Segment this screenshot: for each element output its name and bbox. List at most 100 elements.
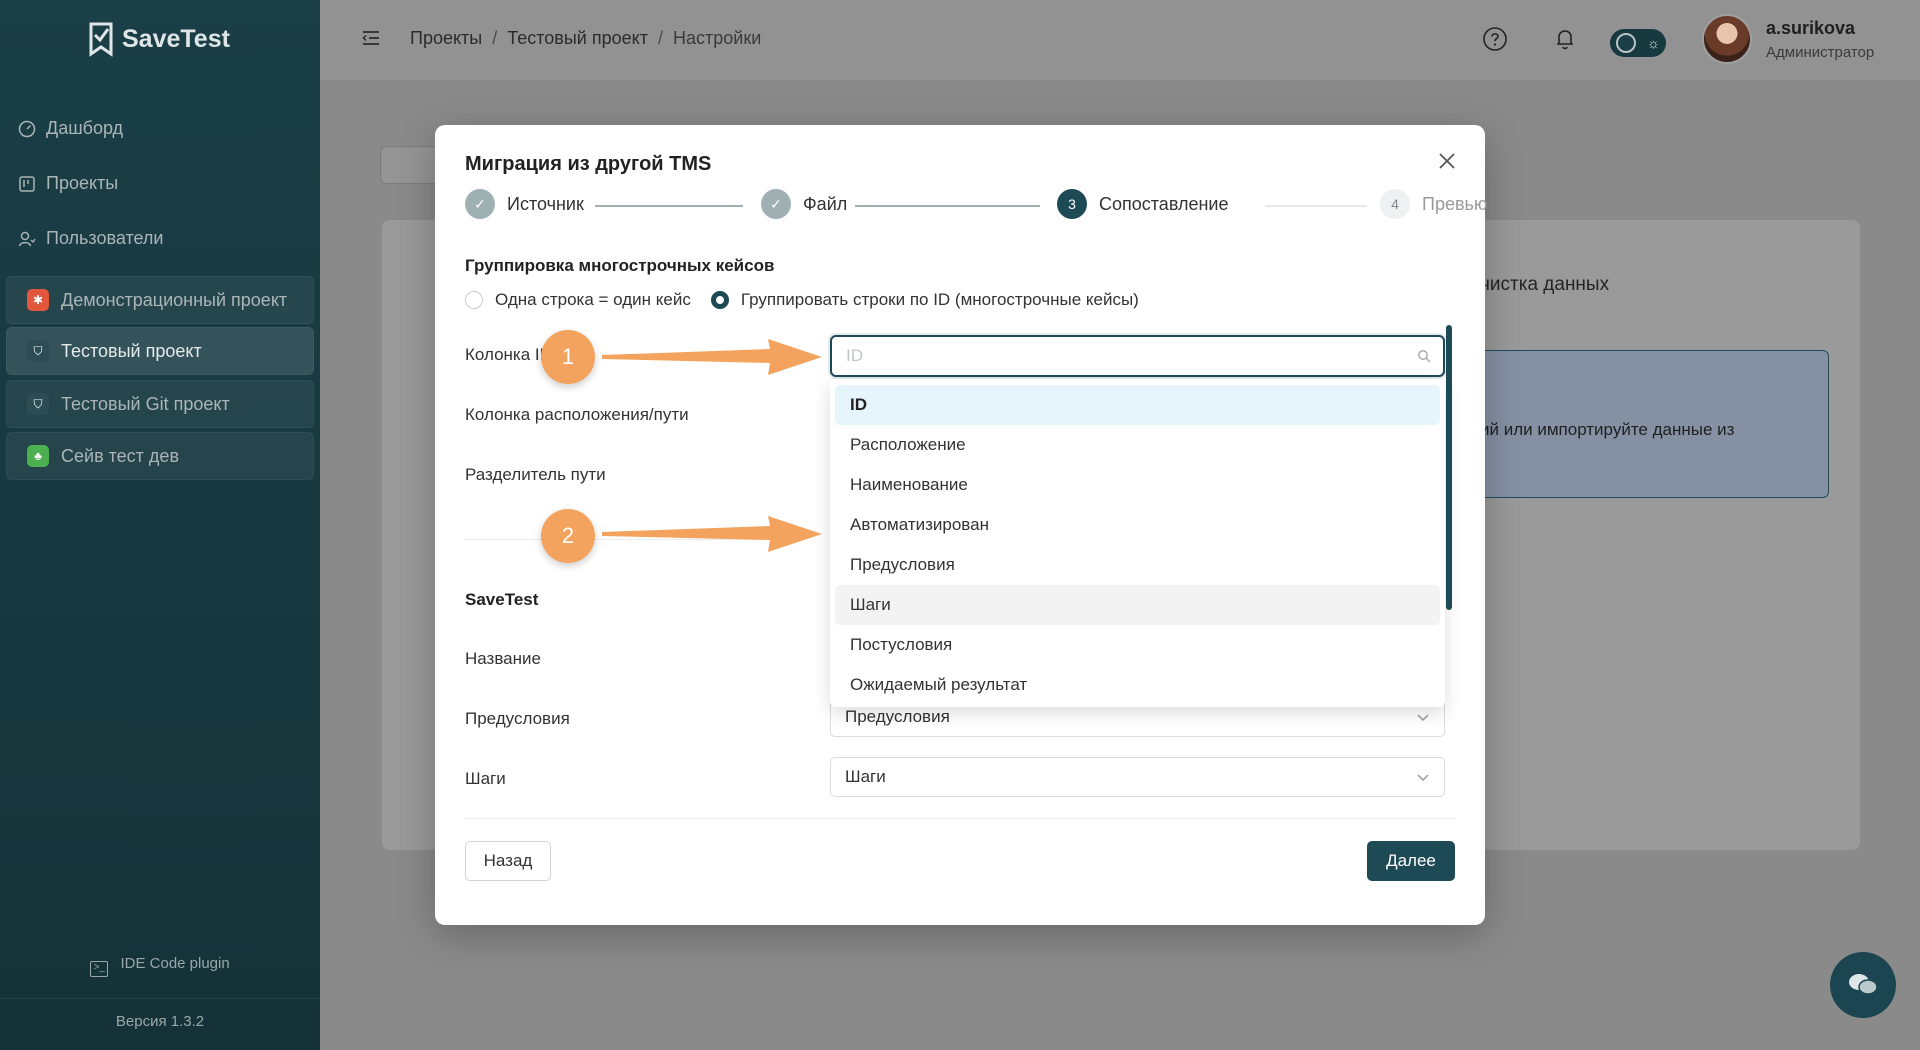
sidebar-item-users[interactable]: Пользователи: [18, 228, 163, 249]
dropdown-option[interactable]: Автоматизирован: [835, 505, 1440, 545]
chat-icon: [1849, 974, 1878, 995]
ide-plugin-link[interactable]: >_ IDE Code plugin: [0, 955, 320, 977]
logo-text: SaveTest: [122, 24, 230, 53]
page-back-button[interactable]: [380, 146, 440, 184]
sidebar-project-git[interactable]: ⛉ Тестовый Git проект: [6, 380, 314, 428]
step-connector: [855, 205, 1040, 207]
breadcrumb: Проекты / Тестовый проект / Настройки: [410, 28, 761, 49]
bookmark-icon: ⛉: [27, 340, 49, 362]
sidebar-item-label: Тестовый проект: [61, 340, 202, 361]
close-icon[interactable]: [1435, 149, 1459, 173]
steps-select[interactable]: Шаги: [830, 757, 1445, 797]
check-icon: ✓: [465, 189, 495, 219]
annotation-callout-2: 2: [541, 509, 595, 563]
dropdown-option[interactable]: Ожидаемый результат: [835, 665, 1440, 705]
dropdown-option[interactable]: Расположение: [835, 425, 1440, 465]
radio-label: Группировать строки по ID (многострочные…: [740, 290, 1139, 309]
sidebar-item-label: Проекты: [46, 173, 119, 193]
sidebar-item-label: Дашборд: [46, 118, 124, 138]
sidebar-item-dashboard[interactable]: Дашборд: [18, 118, 123, 139]
ide-plugin-label: IDE Code plugin: [120, 955, 230, 972]
menu-collapse-icon[interactable]: [362, 30, 380, 46]
toggle-knob: [1616, 33, 1636, 53]
bookmark-icon: ⛉: [27, 393, 49, 415]
sidebar-item-label: Тестовый Git проект: [61, 393, 230, 414]
sidebar-item-projects[interactable]: Проекты: [18, 173, 118, 194]
id-column-search-input[interactable]: [846, 346, 1386, 366]
breadcrumb-item-projects[interactable]: Проекты: [410, 28, 482, 49]
grouping-radio-group: Одна строка = один кейс Группировать стр…: [465, 290, 1139, 310]
sidebar-item-label: Демонстрационный проект: [61, 289, 288, 310]
id-column-search[interactable]: [830, 335, 1445, 377]
select-value: Предусловия: [845, 707, 950, 726]
radio-single-row[interactable]: [465, 291, 483, 309]
modal-title: Миграция из другой TMS: [465, 153, 712, 175]
user-name: a.surikova: [1766, 18, 1856, 38]
modal-scrollbar[interactable]: [1446, 325, 1452, 610]
grouping-title: Группировка многострочных кейсов: [465, 256, 775, 275]
dropdown-option[interactable]: ID: [835, 385, 1440, 425]
sidebar-project-test[interactable]: ⛉ Тестовый проект: [6, 327, 314, 375]
data-cleanup-tab[interactable]: чистка данных: [1480, 274, 1609, 296]
footer-divider: [465, 818, 1455, 819]
step-label: Файл: [803, 193, 848, 214]
step-connector: [1265, 205, 1367, 207]
stepper: ✓ Источник ✓ Файл 3 Сопоставление 4 Прев…: [465, 189, 1487, 223]
search-icon: [1418, 350, 1431, 363]
step-connector: [595, 205, 743, 207]
dropdown-option[interactable]: Шаги: [835, 585, 1440, 625]
step-source: ✓ Источник: [465, 189, 584, 219]
step-number: 3: [1057, 189, 1087, 219]
sidebar-item-label: Сейв тест дев: [61, 445, 180, 466]
steps-label: Шаги: [465, 769, 506, 788]
leaf-icon: ♣: [27, 445, 49, 467]
sidebar-project-demo[interactable]: ✱ Демонстрационный проект: [6, 276, 314, 324]
projects-icon: [18, 175, 36, 193]
sun-icon: ☼: [1647, 35, 1660, 51]
chevron-down-icon: [1417, 714, 1429, 722]
help-icon[interactable]: [1482, 26, 1508, 52]
breadcrumb-separator: /: [492, 28, 498, 48]
preconditions-label: Предусловия: [465, 709, 570, 728]
id-column-dropdown: ID Расположение Наименование Автоматизир…: [830, 379, 1445, 707]
step-mapping: 3 Сопоставление: [1057, 189, 1229, 219]
logo[interactable]: SaveTest: [88, 20, 230, 58]
path-separator-label: Разделитель пути: [465, 465, 606, 484]
annotation-callout-1: 1: [541, 330, 595, 384]
step-file: ✓ Файл: [761, 189, 847, 219]
sidebar-project-dev[interactable]: ♣ Сейв тест дев: [6, 432, 314, 480]
theme-toggle[interactable]: ☼: [1610, 29, 1666, 57]
radio-label: Одна строка = один кейс: [495, 290, 691, 309]
annotation-arrow-2: [602, 516, 822, 552]
annotation-arrow-1: [602, 339, 822, 375]
dropdown-option[interactable]: Постусловия: [835, 625, 1440, 665]
breadcrumb-item-project[interactable]: Тестовый проект: [507, 28, 648, 49]
users-icon: [18, 230, 36, 248]
dashboard-icon: [18, 120, 36, 138]
dropdown-option[interactable]: Наименование: [835, 465, 1440, 505]
select-value: Шаги: [845, 767, 886, 786]
id-column-label: Колонка ID: [465, 345, 552, 364]
sidebar-item-label: Пользователи: [46, 228, 164, 248]
bug-icon: ✱: [27, 289, 49, 311]
sidebar-divider: [0, 998, 320, 999]
logo-icon: [89, 22, 113, 57]
step-label: Сопоставление: [1099, 193, 1229, 214]
top-header: Проекты / Тестовый проект / Настройки ☼ …: [320, 0, 1920, 80]
dropdown-option[interactable]: Предусловия: [835, 545, 1440, 585]
back-button[interactable]: Назад: [465, 841, 551, 881]
path-column-label: Колонка расположения/пути: [465, 405, 689, 424]
version-label: Версия 1.3.2: [115, 1013, 205, 1030]
step-number: 4: [1380, 189, 1410, 219]
avatar[interactable]: [1702, 14, 1752, 64]
radio-group-by-id[interactable]: [710, 291, 729, 309]
chevron-down-icon: [1417, 774, 1429, 782]
next-button[interactable]: Далее: [1367, 841, 1455, 881]
notification-bell-icon[interactable]: [1552, 26, 1578, 52]
chat-button[interactable]: [1830, 952, 1896, 1018]
user-role: Администратор: [1766, 44, 1875, 61]
name-label: Название: [465, 649, 541, 668]
step-preview: 4 Превью: [1380, 189, 1487, 219]
step-label: Превью: [1422, 193, 1488, 214]
sidebar: SaveTest Дашборд Проекты Пользователи ✱ …: [0, 0, 320, 1050]
